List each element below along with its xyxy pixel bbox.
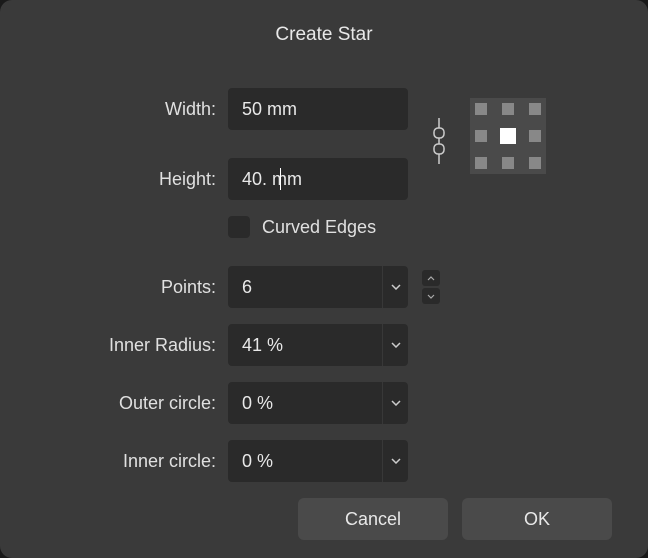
- anchor-bl[interactable]: [475, 157, 487, 169]
- chevron-down-icon: [391, 342, 401, 348]
- dialog-title: Create Star: [0, 24, 648, 46]
- anchor-br[interactable]: [529, 157, 541, 169]
- text-cursor: [280, 168, 281, 190]
- points-dropdown[interactable]: [382, 266, 408, 308]
- inner-radius-dropdown[interactable]: [382, 324, 408, 366]
- outer-circle-dropdown[interactable]: [382, 382, 408, 424]
- points-input[interactable]: [228, 266, 382, 308]
- inner-radius-label: Inner Radius:: [36, 335, 216, 356]
- inner-circle-input[interactable]: [228, 440, 382, 482]
- anchor-tr[interactable]: [529, 103, 541, 115]
- height-input[interactable]: [228, 158, 408, 200]
- link-aspect-icon[interactable]: [428, 114, 450, 168]
- chevron-down-icon: [391, 458, 401, 464]
- anchor-mr[interactable]: [529, 130, 541, 142]
- ok-button[interactable]: OK: [462, 498, 612, 540]
- chevron-down-icon: [391, 284, 401, 290]
- outer-circle-label: Outer circle:: [36, 393, 216, 414]
- points-step-up[interactable]: [422, 270, 440, 286]
- anchor-bc[interactable]: [502, 157, 514, 169]
- height-label: Height:: [36, 169, 216, 190]
- chevron-down-icon: [427, 294, 435, 299]
- inner-circle-label: Inner circle:: [36, 451, 216, 472]
- anchor-center[interactable]: [500, 128, 516, 144]
- inner-radius-input[interactable]: [228, 324, 382, 366]
- width-label: Width:: [36, 99, 216, 120]
- form-area: Width: Height:: [0, 88, 648, 498]
- create-star-dialog: Create Star Width: Height:: [0, 0, 648, 558]
- cancel-button[interactable]: Cancel: [298, 498, 448, 540]
- curved-edges-checkbox[interactable]: [228, 216, 250, 238]
- inner-circle-dropdown[interactable]: [382, 440, 408, 482]
- outer-circle-input[interactable]: [228, 382, 382, 424]
- width-input[interactable]: [228, 88, 408, 130]
- points-step-down[interactable]: [422, 288, 440, 304]
- anchor-ml[interactable]: [475, 130, 487, 142]
- chevron-down-icon: [391, 400, 401, 406]
- anchor-widget: [470, 98, 546, 174]
- chevron-up-icon: [427, 276, 435, 281]
- anchor-tl[interactable]: [475, 103, 487, 115]
- anchor-tc[interactable]: [502, 103, 514, 115]
- points-label: Points:: [36, 277, 216, 298]
- curved-edges-label: Curved Edges: [262, 217, 376, 238]
